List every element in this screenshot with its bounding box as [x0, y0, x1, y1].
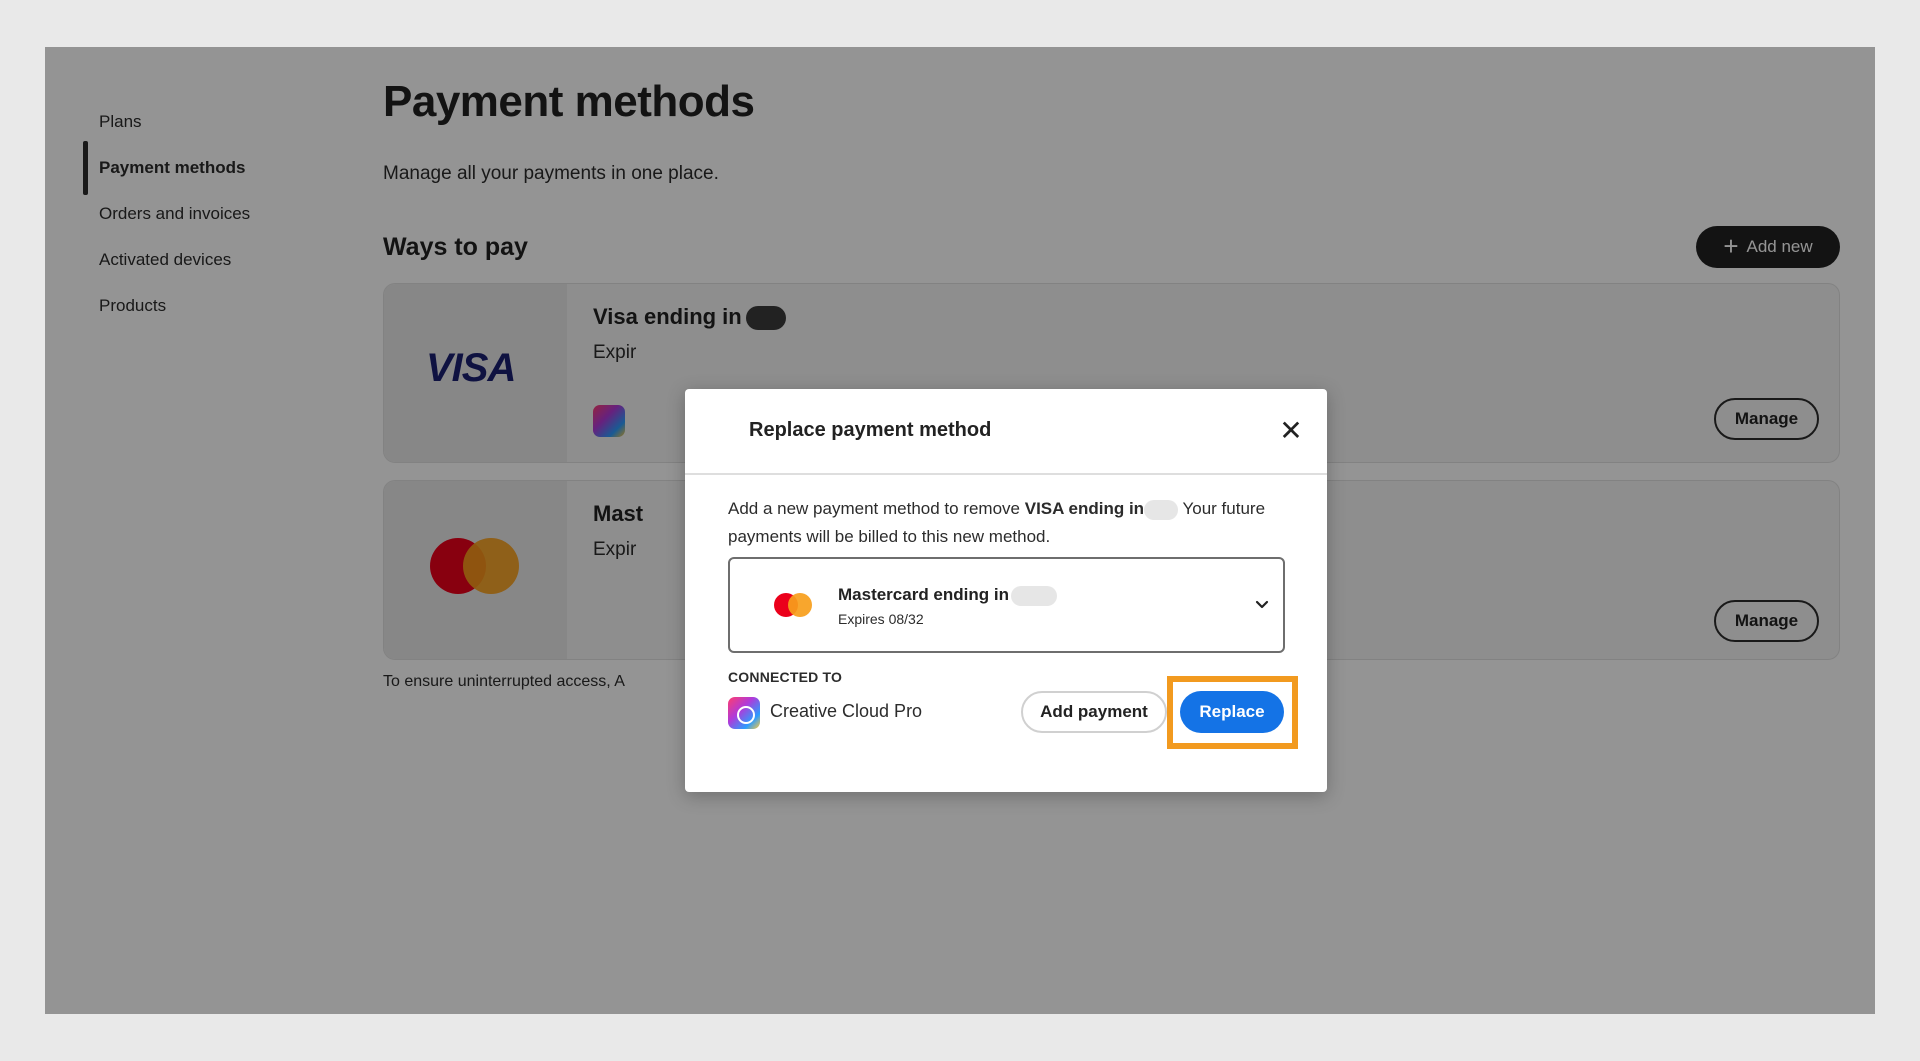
chevron-down-icon: [1255, 600, 1269, 609]
dialog-message: Add a new payment method to remove VISA …: [728, 495, 1288, 551]
selected-method-text: Mastercard ending in: [838, 585, 1009, 604]
message-prefix: Add a new payment method to remove: [728, 499, 1020, 518]
message-card-name: VISA ending in: [1024, 499, 1145, 518]
replace-payment-dialog: Replace payment method ✕ Add a new payme…: [685, 389, 1327, 792]
add-payment-button[interactable]: Add payment: [1021, 691, 1167, 733]
masked-digits: [1144, 499, 1179, 520]
selected-method-expires: Expires 08/32: [838, 611, 924, 627]
mastercard-icon: [774, 593, 814, 619]
masked-digits: [1010, 585, 1057, 606]
app-frame: Plans Payment methods Orders and invoice…: [45, 47, 1875, 1014]
dialog-divider: [685, 473, 1327, 475]
selected-method-title: Mastercard ending in: [838, 585, 1057, 606]
payment-method-select[interactable]: Mastercard ending in Expires 08/32: [728, 557, 1285, 653]
connected-to-label: CONNECTED TO: [728, 669, 843, 685]
close-icon[interactable]: ✕: [1275, 415, 1307, 447]
connected-product: Creative Cloud Pro: [770, 701, 923, 721]
dialog-title: Replace payment method: [749, 419, 992, 441]
replace-button[interactable]: Replace: [1180, 691, 1284, 733]
creative-cloud-icon: [728, 697, 760, 729]
